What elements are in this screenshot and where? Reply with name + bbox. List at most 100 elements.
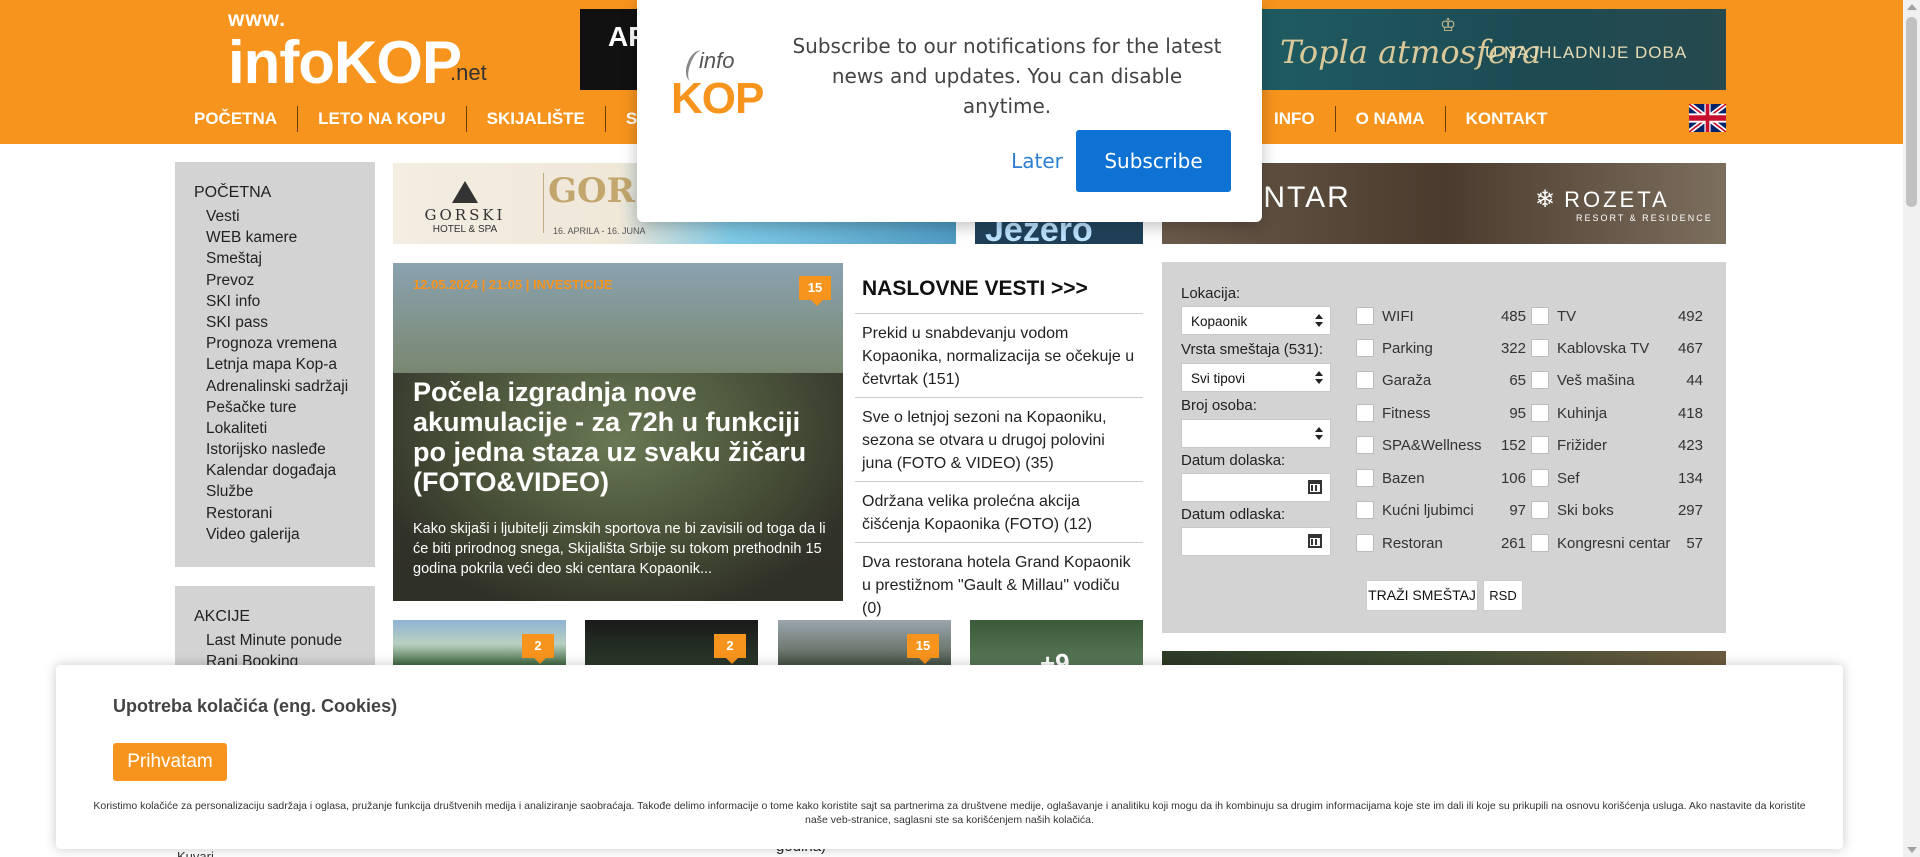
- amenity-parking[interactable]: Parking 322: [1356, 337, 1526, 359]
- gorski-dates: 16. APRILA - 16. JUNA: [553, 226, 646, 236]
- page-scrollbar[interactable]: [1903, 0, 1920, 857]
- persons-select[interactable]: [1181, 419, 1331, 448]
- amenity-wifi[interactable]: WIFI 485: [1356, 305, 1526, 327]
- type-select[interactable]: Svi tipovi: [1181, 363, 1331, 392]
- scroll-down-arrow-icon[interactable]: [1907, 847, 1917, 853]
- checkbox[interactable]: [1356, 469, 1374, 487]
- checkbox[interactable]: [1356, 371, 1374, 389]
- calendar-icon[interactable]: [1308, 534, 1322, 548]
- checkbox[interactable]: [1531, 307, 1549, 325]
- nav-item-skijaliste[interactable]: SKIJALIŠTE: [467, 106, 606, 132]
- comment-count-badge: 15: [907, 634, 939, 664]
- checkbox[interactable]: [1531, 339, 1549, 357]
- news-thumbnail[interactable]: 2: [585, 620, 758, 668]
- notif-logo-kop: KOP: [671, 74, 764, 123]
- sidebar-item-restorani[interactable]: Restorani: [194, 503, 375, 524]
- sidebar-item-istorijsko[interactable]: Istorijsko nasleđe: [194, 439, 375, 460]
- sidebar-item-video-galerija[interactable]: Video galerija: [194, 524, 375, 545]
- news-thumbnail[interactable]: +9: [970, 620, 1143, 668]
- checkbox[interactable]: [1356, 339, 1374, 357]
- currency-button[interactable]: RSD: [1483, 580, 1523, 611]
- news-thumbnail[interactable]: 2: [393, 620, 566, 668]
- arrival-date-input[interactable]: [1181, 473, 1331, 502]
- checkbox[interactable]: [1531, 469, 1549, 487]
- checkbox[interactable]: [1531, 501, 1549, 519]
- sidebar-item-letnja-mapa[interactable]: Letnja mapa Kop-a: [194, 354, 375, 375]
- sidebar-item-sluzbe[interactable]: Službe: [194, 481, 375, 502]
- checkbox[interactable]: [1531, 534, 1549, 552]
- checkbox[interactable]: [1531, 436, 1549, 454]
- sidebar-item-smestaj[interactable]: Smeštaj: [194, 248, 375, 269]
- sidebar-item-ski-pass[interactable]: SKI pass: [194, 312, 375, 333]
- amenity-ves-masina[interactable]: Veš mašina 44: [1531, 369, 1706, 391]
- amenity-kuhinja[interactable]: Kuhinja 418: [1531, 402, 1706, 424]
- sidebar-item-vesti[interactable]: Vesti: [194, 206, 375, 227]
- checkbox[interactable]: [1356, 404, 1374, 422]
- nav-item-kontakt[interactable]: KONTAKT: [1446, 106, 1568, 132]
- amenity-sef[interactable]: Sef 134: [1531, 467, 1706, 489]
- scroll-up-arrow-icon[interactable]: [1907, 4, 1917, 10]
- logo-tld: .net: [450, 60, 487, 85]
- sidebar-peek-item[interactable]: Kuvari: [177, 849, 214, 857]
- headline-item[interactable]: Dva restorana hotela Grand Kopaonik u pr…: [855, 543, 1143, 626]
- sidebar-item-lokaliteti[interactable]: Lokaliteti: [194, 418, 375, 439]
- nav-item-leto-na-kopu[interactable]: LETO NA KOPU: [298, 106, 467, 132]
- scrollbar-thumb[interactable]: [1906, 17, 1917, 207]
- sidebar-item-ski-info[interactable]: SKI info: [194, 291, 375, 312]
- amenity-spa[interactable]: SPA&Wellness 152: [1356, 434, 1526, 456]
- amenity-garaza[interactable]: Garaža 65: [1356, 369, 1526, 391]
- headline-item[interactable]: Sve o letnjoj sezoni na Kopaoniku, sezon…: [855, 398, 1143, 482]
- departure-date-input[interactable]: [1181, 527, 1331, 556]
- amenity-kablovska-tv[interactable]: Kablovska TV 467: [1531, 337, 1706, 359]
- checkbox[interactable]: [1356, 534, 1374, 552]
- amenity-frizider[interactable]: Frižider 423: [1531, 434, 1706, 456]
- sidebar-item-web-kamere[interactable]: WEB kamere: [194, 227, 375, 248]
- top-banner-ad-right[interactable]: Topla atmosfera ♔ U NAJHLADNIJE DOBA: [1250, 9, 1726, 90]
- sidebar-item-last-minute[interactable]: Last Minute ponude: [194, 630, 375, 651]
- search-accommodation-button[interactable]: TRAŽI SMEŠTAJ: [1366, 580, 1478, 611]
- checkbox[interactable]: [1356, 501, 1374, 519]
- sidebar-title-akcije[interactable]: AKCIJE: [194, 608, 375, 626]
- headlines-title[interactable]: NASLOVNE VESTI >>>: [855, 263, 1143, 314]
- headline-item[interactable]: Prekid u snabdevanju vodom Kopaonika, no…: [855, 314, 1143, 398]
- sidebar-item-pesacke-ture[interactable]: Pešačke ture: [194, 397, 375, 418]
- mountain-icon: [452, 181, 478, 203]
- logo-name: infoKOP: [228, 29, 462, 96]
- departure-label: Datum odlaska:: [1181, 506, 1286, 523]
- location-value: Kopaonik: [1191, 314, 1248, 329]
- headlines-list: NASLOVNE VESTI >>> Prekid u snabdevanju …: [855, 263, 1143, 626]
- sidebar-title-pocetna[interactable]: POČETNA: [194, 184, 375, 202]
- calendar-icon[interactable]: [1308, 480, 1322, 494]
- uk-flag-icon[interactable]: [1689, 104, 1726, 132]
- news-thumbnail[interactable]: 15: [778, 620, 951, 668]
- sidebar-item-prevoz[interactable]: Prevoz: [194, 270, 375, 291]
- sidebar-item-adrenalinski[interactable]: Adrenalinski sadržaji: [194, 376, 375, 397]
- amenity-ski-boks[interactable]: Ski boks 297: [1531, 499, 1706, 521]
- amenity-fitness[interactable]: Fitness 95: [1356, 402, 1526, 424]
- amenity-restoran[interactable]: Restoran 261: [1356, 532, 1526, 554]
- nav-item-o-nama[interactable]: O NAMA: [1336, 106, 1446, 132]
- amenity-tv[interactable]: TV 492: [1531, 305, 1706, 327]
- checkbox[interactable]: [1356, 307, 1374, 325]
- nav-item-pocetna[interactable]: POČETNA: [180, 106, 299, 132]
- featured-title[interactable]: Počela izgradnja nove akumulacije - za 7…: [413, 377, 833, 497]
- sidebar-item-kalendar[interactable]: Kalendar događaja: [194, 460, 375, 481]
- checkbox[interactable]: [1531, 404, 1549, 422]
- sidebar-item-prognoza[interactable]: Prognoza vremena: [194, 333, 375, 354]
- amenity-kucni-ljubimci[interactable]: Kućni ljubimci 97: [1356, 499, 1526, 521]
- accept-cookies-button[interactable]: Prihvatam: [113, 743, 227, 781]
- amenity-bazen[interactable]: Bazen 106: [1356, 467, 1526, 489]
- featured-article[interactable]: 12.05.2024 | 21:05 | INVESTICIJE 15 Poče…: [393, 263, 843, 601]
- type-value: Svi tipovi: [1191, 371, 1246, 386]
- rozeta-logo: ❄ ROZETA: [1535, 185, 1670, 214]
- subscribe-button[interactable]: Subscribe: [1076, 130, 1231, 192]
- location-select[interactable]: Kopaonik: [1181, 306, 1331, 335]
- cookie-banner: Upotreba kolačića (eng. Cookies) Prihvat…: [56, 665, 1843, 849]
- headline-item[interactable]: Održana velika prolećna akcija čišćenja …: [855, 482, 1143, 543]
- divider: [543, 173, 544, 233]
- checkbox[interactable]: [1356, 436, 1374, 454]
- checkbox[interactable]: [1531, 371, 1549, 389]
- amenity-kongresni-centar[interactable]: Kongresni centar 57: [1531, 532, 1706, 554]
- featured-meta: 12.05.2024 | 21:05 | INVESTICIJE: [413, 277, 613, 292]
- nav-item-info[interactable]: INFO: [1253, 106, 1336, 132]
